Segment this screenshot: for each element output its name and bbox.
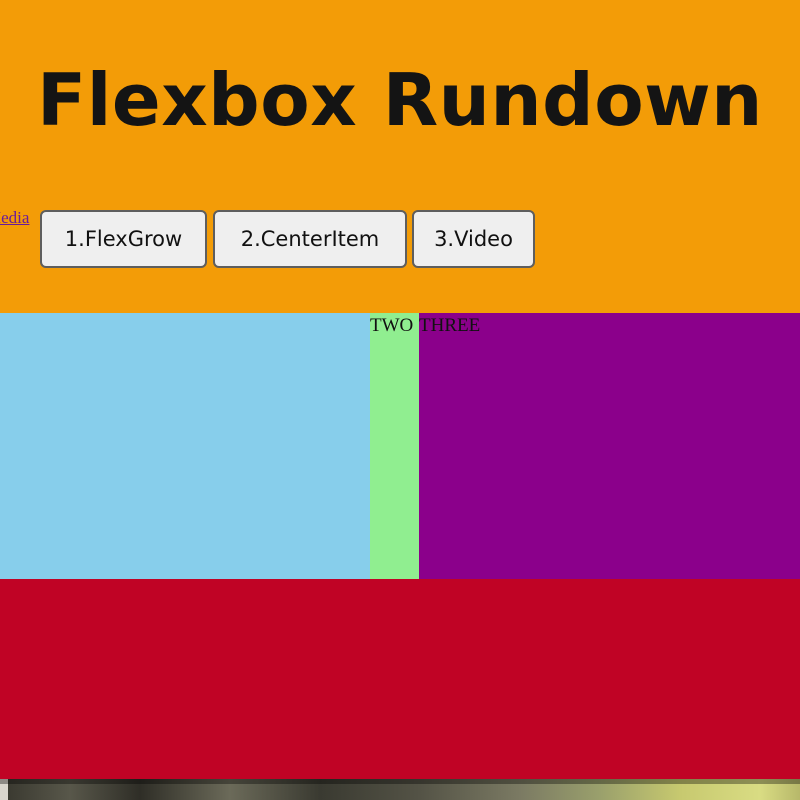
- flex-item-three: THREE: [419, 313, 800, 579]
- header: Flexbox Rundown Media 1.FlexGrow 2.Cente…: [0, 0, 800, 313]
- centeritem-button[interactable]: 2.CenterItem: [213, 210, 407, 268]
- media-link[interactable]: Media: [0, 208, 29, 228]
- flexgrow-button[interactable]: 1.FlexGrow: [40, 210, 207, 268]
- flex-item-one: [0, 313, 370, 579]
- page: Flexbox Rundown Media 1.FlexGrow 2.Cente…: [0, 0, 800, 800]
- video-button[interactable]: 3.Video: [412, 210, 535, 268]
- red-section: [0, 579, 800, 779]
- page-title: Flexbox Rundown: [37, 58, 763, 142]
- photo-image: [0, 779, 800, 800]
- flex-item-two: TWO: [370, 313, 419, 579]
- flex-container: TWO THREE: [0, 313, 800, 579]
